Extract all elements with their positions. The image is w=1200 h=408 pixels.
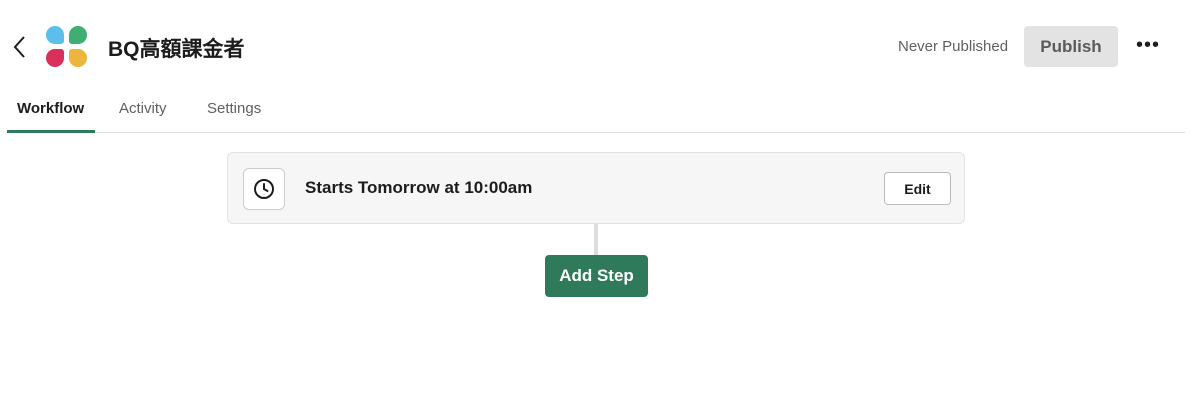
publish-status: Never Published (898, 38, 1009, 55)
trigger-description: Starts Tomorrow at 10:00am (305, 178, 533, 197)
trigger-card: Starts Tomorrow at 10:00am Edit (227, 152, 965, 224)
step-connector (594, 224, 598, 255)
active-tab-indicator (7, 130, 95, 133)
publish-button[interactable]: Publish (1024, 26, 1118, 67)
clock-icon (243, 168, 285, 210)
edit-trigger-button[interactable]: Edit (884, 172, 951, 205)
add-step-button[interactable]: Add Step (545, 255, 648, 297)
tab-bar: Workflow Activity Settings (7, 92, 1185, 133)
tab-workflow[interactable]: Workflow (17, 100, 84, 117)
tab-settings[interactable]: Settings (207, 100, 261, 117)
workflow-title: BQ高額課金者 (108, 38, 245, 61)
back-button[interactable] (10, 33, 30, 61)
workflow-logo (46, 26, 88, 68)
tab-activity[interactable]: Activity (119, 100, 167, 117)
more-options-icon[interactable]: ••• (1136, 34, 1160, 57)
chevron-left-icon (13, 36, 25, 58)
